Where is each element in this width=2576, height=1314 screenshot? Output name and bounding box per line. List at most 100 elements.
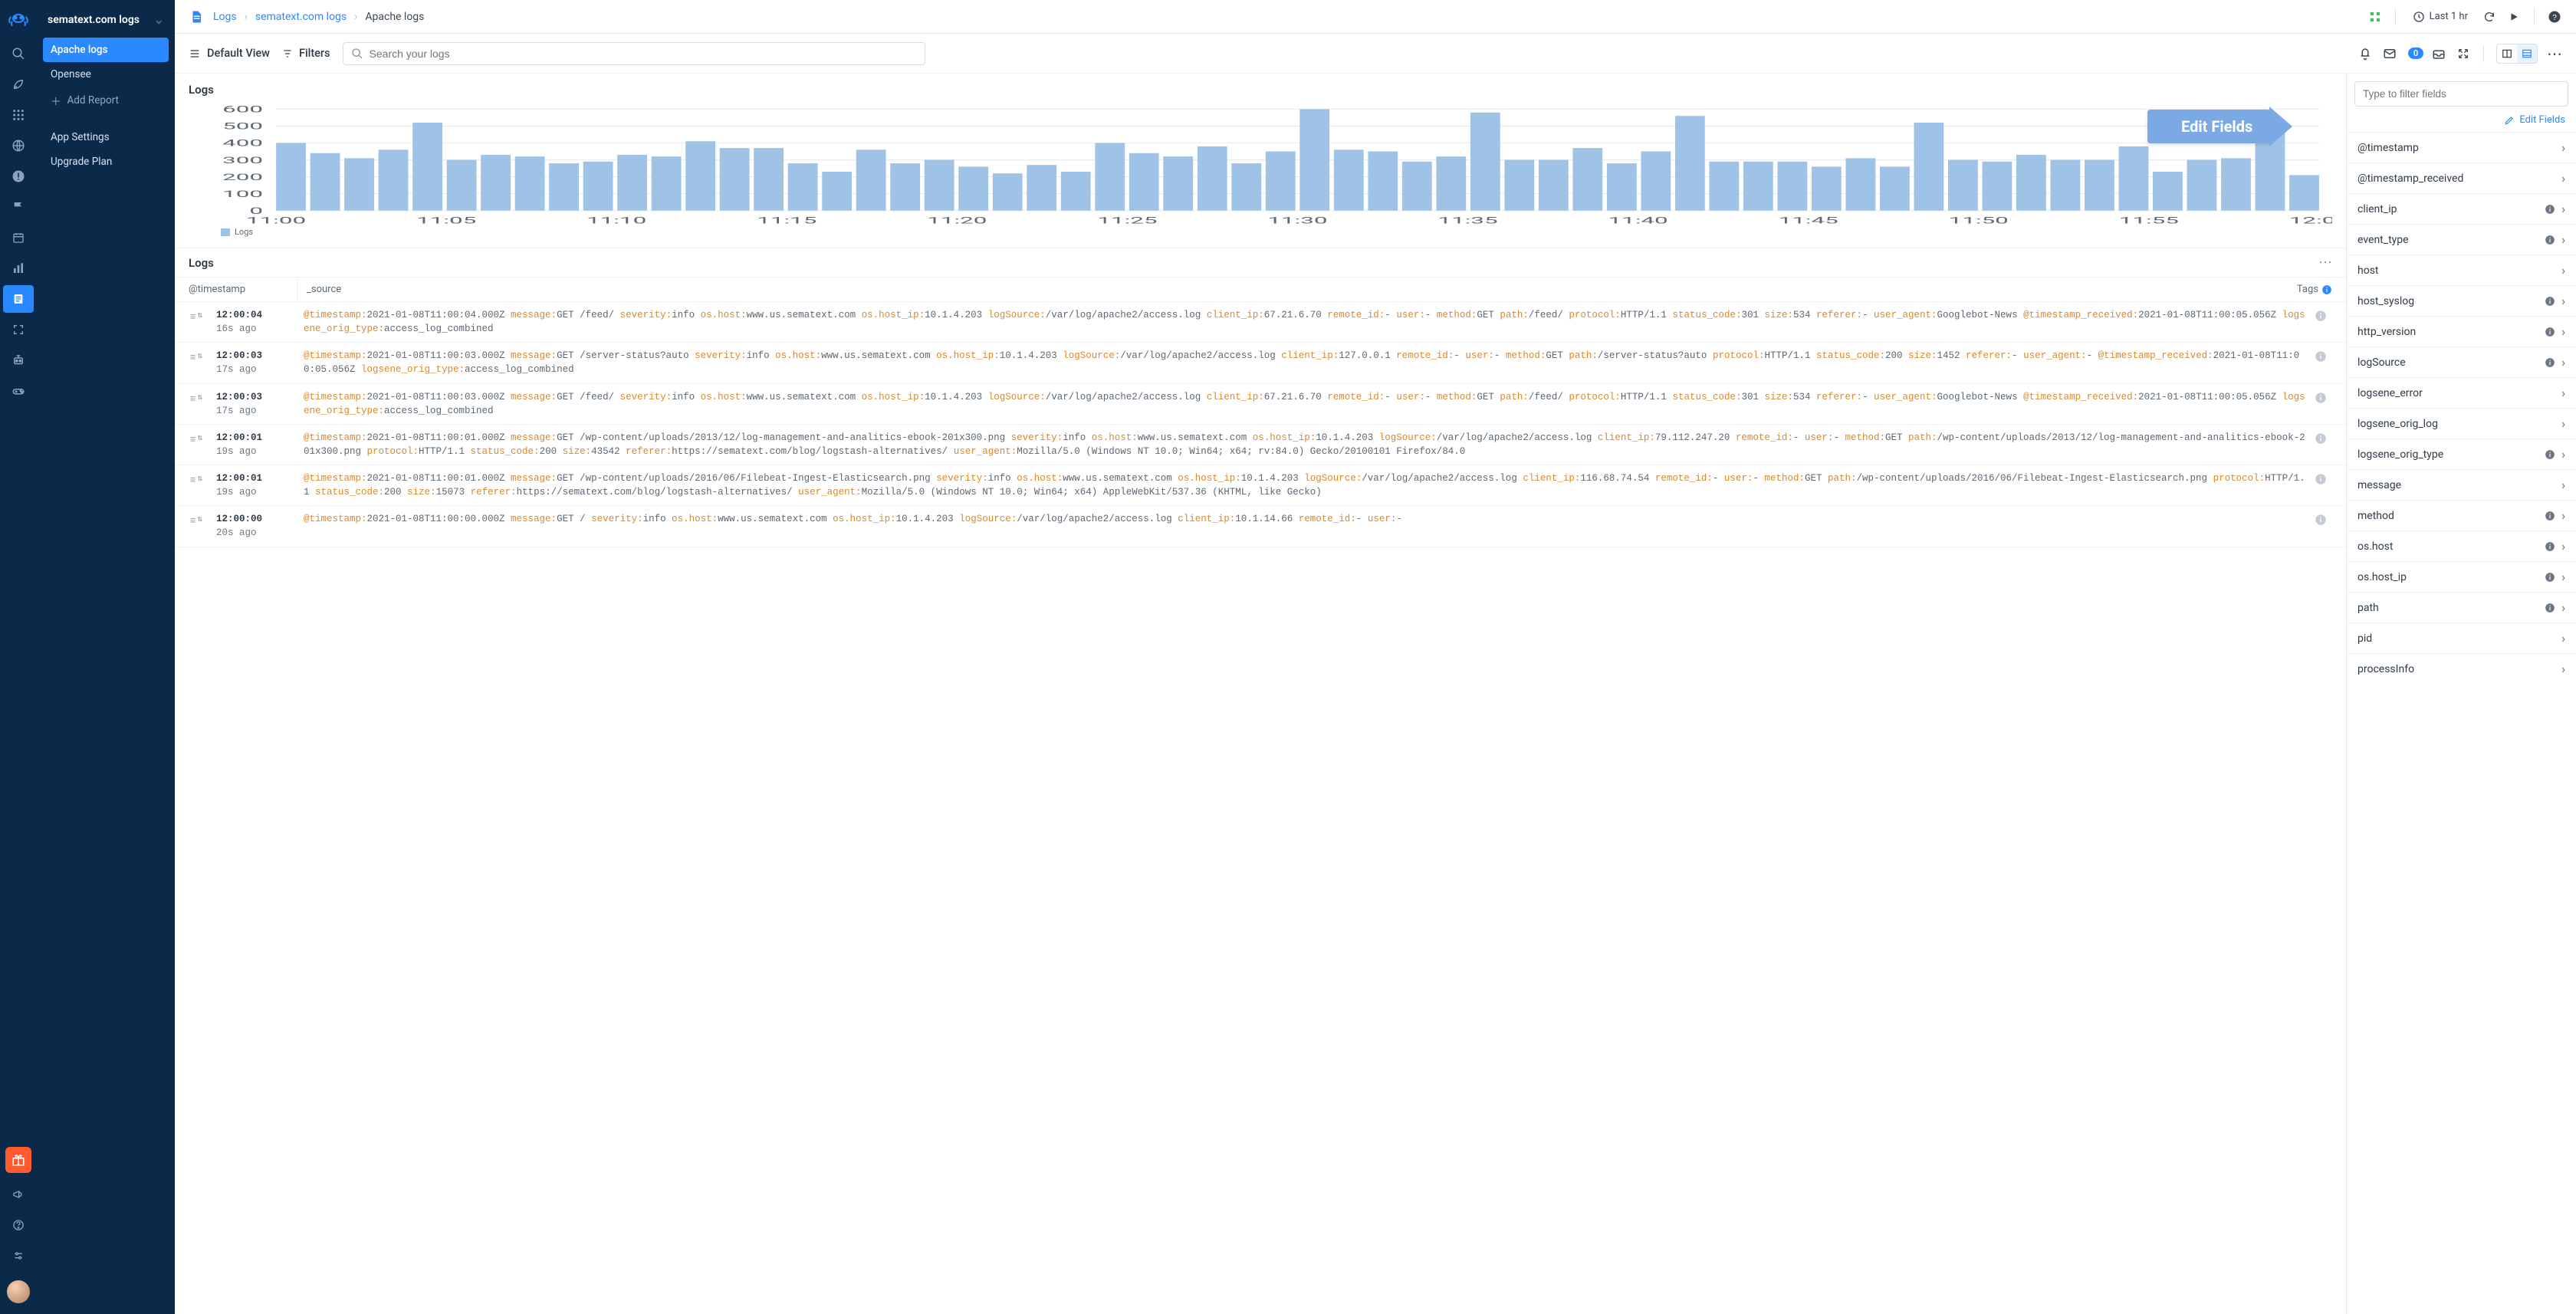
menu-icon[interactable]: ≡ (190, 433, 196, 447)
sort-icon[interactable]: ⇅ (197, 433, 202, 445)
nav-item-apache-logs[interactable]: Apache logs (43, 38, 169, 62)
megaphone-icon[interactable] (3, 1181, 34, 1208)
log-row[interactable]: ≡⇅12:00:0119s ago@timestamp:2021-01-08T1… (175, 465, 2346, 506)
field-row[interactable]: os.host_ip › (2347, 561, 2576, 592)
settings-icon[interactable] (3, 1242, 34, 1270)
field-row[interactable]: logsene_error › (2347, 377, 2576, 408)
info-icon[interactable] (2545, 204, 2555, 215)
field-row[interactable]: os.host › (2347, 531, 2576, 561)
log-row[interactable]: ≡⇅12:00:0317s ago@timestamp:2021-01-08T1… (175, 343, 2346, 383)
bar-chart-icon[interactable] (3, 255, 34, 282)
search-icon[interactable] (3, 40, 34, 67)
help-circle-icon[interactable]: ? (2547, 9, 2562, 25)
search-input[interactable] (370, 48, 917, 60)
workspace-selector[interactable]: sematext.com logs ⌄ (37, 6, 175, 38)
fields-filter-input[interactable] (2354, 81, 2568, 107)
sort-icon[interactable]: ⇅ (197, 514, 202, 527)
field-row[interactable]: client_ip › (2347, 193, 2576, 224)
nav-app-settings[interactable]: App Settings (43, 125, 169, 149)
row-handles[interactable]: ≡⇅ (179, 471, 213, 499)
game-controller-icon[interactable] (3, 377, 34, 405)
app-logo[interactable] (6, 6, 31, 31)
alert-circle-icon[interactable] (3, 163, 34, 190)
nav-upgrade-plan[interactable]: Upgrade Plan (43, 149, 169, 174)
logs-icon[interactable] (3, 285, 34, 313)
sort-icon[interactable]: ⇅ (197, 351, 202, 363)
sort-icon[interactable]: ⇅ (197, 310, 202, 323)
bell-icon[interactable] (2358, 46, 2373, 61)
field-row[interactable]: pid › (2347, 623, 2576, 653)
layout-list-icon[interactable] (2517, 44, 2537, 63)
expand-icon[interactable] (2456, 46, 2471, 61)
info-icon[interactable] (2545, 511, 2555, 521)
field-row[interactable]: host › (2347, 255, 2576, 285)
default-view-button[interactable]: Default View (189, 47, 270, 60)
inbox-icon[interactable] (2431, 46, 2446, 61)
more-icon[interactable]: ⋯ (2547, 46, 2562, 61)
info-icon[interactable] (2545, 603, 2555, 613)
row-handles[interactable]: ≡⇅ (179, 390, 213, 418)
menu-icon[interactable]: ≡ (190, 393, 196, 406)
field-row[interactable]: host_syslog › (2347, 285, 2576, 316)
info-icon[interactable] (2545, 449, 2555, 460)
row-handles[interactable]: ≡⇅ (179, 308, 213, 336)
sort-icon[interactable]: ⇅ (197, 474, 202, 486)
apps-grid-icon[interactable] (3, 101, 34, 129)
gift-icon[interactable] (5, 1147, 31, 1173)
info-icon[interactable] (2545, 572, 2555, 583)
field-row[interactable]: logsene_orig_log › (2347, 408, 2576, 439)
field-row[interactable]: logsene_orig_type › (2347, 439, 2576, 469)
search-input-wrap[interactable] (343, 42, 925, 65)
shuffle-icon[interactable]: 0 (2407, 46, 2422, 61)
breadcrumb-root[interactable]: Logs (213, 11, 237, 23)
row-info-icon[interactable] (2309, 308, 2332, 336)
info-icon[interactable] (2545, 327, 2555, 337)
row-info-icon[interactable] (2309, 390, 2332, 418)
time-range-selector[interactable]: Last 1 hr (2408, 8, 2472, 26)
nav-add-report[interactable]: ＋Add Report (43, 87, 169, 114)
field-row[interactable]: http_version › (2347, 316, 2576, 347)
menu-icon[interactable]: ≡ (190, 474, 196, 488)
edit-fields-link[interactable]: Edit Fields (2347, 114, 2576, 132)
field-row[interactable]: @timestamp_received › (2347, 163, 2576, 193)
breadcrumb-mid[interactable]: sematext.com logs (255, 11, 347, 23)
field-row[interactable]: path › (2347, 592, 2576, 623)
menu-icon[interactable]: ≡ (190, 514, 196, 528)
row-info-icon[interactable] (2309, 431, 2332, 458)
field-row[interactable]: method › (2347, 500, 2576, 531)
field-row[interactable]: logSource › (2347, 347, 2576, 377)
grid-apps-icon[interactable] (2367, 9, 2383, 25)
info-icon[interactable] (2545, 296, 2555, 307)
menu-icon[interactable]: ≡ (190, 351, 196, 365)
log-row[interactable]: ≡⇅12:00:0317s ago@timestamp:2021-01-08T1… (175, 384, 2346, 425)
info-icon[interactable] (2545, 235, 2555, 245)
robot-icon[interactable] (3, 347, 34, 374)
rocket-icon[interactable] (3, 71, 34, 98)
user-avatar[interactable] (7, 1280, 30, 1303)
field-row[interactable]: event_type › (2347, 224, 2576, 255)
filters-button[interactable]: Filters (282, 47, 330, 60)
calendar-icon[interactable] (3, 224, 34, 251)
log-row[interactable]: ≡⇅12:00:0119s ago@timestamp:2021-01-08T1… (175, 425, 2346, 465)
row-handles[interactable]: ≡⇅ (179, 431, 213, 458)
row-info-icon[interactable] (2309, 512, 2332, 540)
refresh-icon[interactable] (2482, 9, 2497, 25)
row-handles[interactable]: ≡⇅ (179, 512, 213, 540)
layout-columns-icon[interactable] (2497, 44, 2517, 63)
col-source[interactable]: _source (297, 278, 2292, 301)
play-icon[interactable] (2506, 9, 2522, 25)
row-info-icon[interactable] (2309, 471, 2332, 499)
globe-icon[interactable] (3, 132, 34, 159)
field-row[interactable]: message › (2347, 469, 2576, 500)
info-icon[interactable] (2545, 357, 2555, 368)
flag-icon[interactable] (3, 193, 34, 221)
info-icon[interactable] (2545, 541, 2555, 552)
nav-item-opensee[interactable]: Opensee (43, 62, 169, 87)
logs-more-icon[interactable]: ⋯ (2318, 255, 2332, 271)
menu-icon[interactable]: ≡ (190, 310, 196, 324)
help-icon[interactable] (3, 1211, 34, 1239)
row-info-icon[interactable] (2309, 349, 2332, 376)
mail-icon[interactable] (2382, 46, 2397, 61)
log-row[interactable]: ≡⇅12:00:0020s ago@timestamp:2021-01-08T1… (175, 506, 2346, 547)
col-timestamp[interactable]: @timestamp (175, 278, 297, 301)
